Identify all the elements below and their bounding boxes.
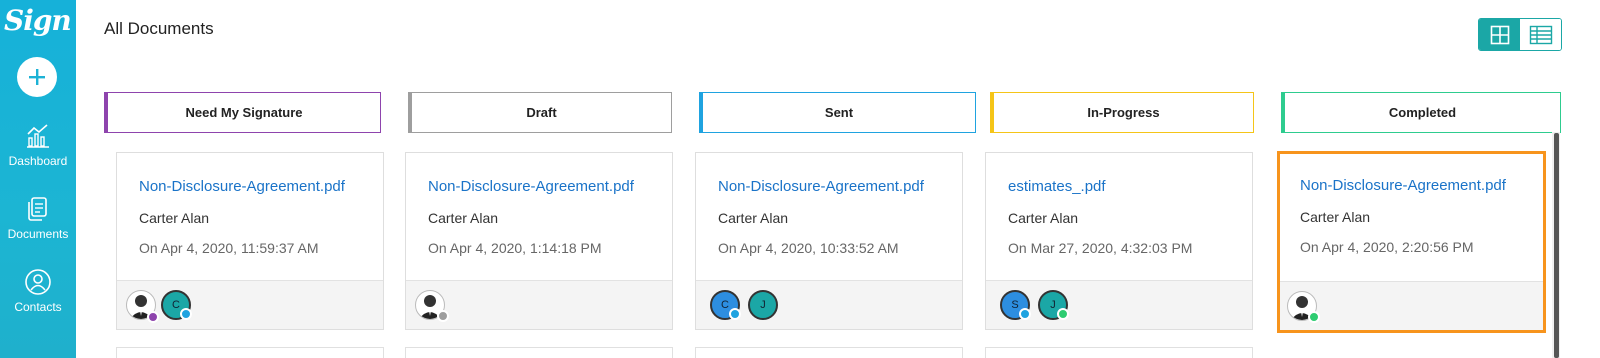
document-date: On Apr 4, 2020, 10:33:52 AM: [718, 240, 899, 256]
document-card[interactable]: Non-Disclosure-Agreement.pdf Carter Alan…: [116, 152, 384, 330]
document-date: On Apr 4, 2020, 2:20:56 PM: [1300, 239, 1474, 255]
column-header-sent[interactable]: Sent: [699, 92, 976, 133]
card-footer: C: [117, 280, 383, 329]
contacts-icon: [25, 269, 51, 295]
document-card[interactable]: [405, 347, 673, 358]
sidebar: Sign Dashboard Documents Contacts: [0, 0, 76, 358]
document-owner: Carter Alan: [1300, 209, 1371, 225]
column-title: Completed: [1388, 105, 1457, 120]
column-header-in-progress[interactable]: In-Progress: [990, 92, 1254, 133]
documents-icon: [28, 197, 47, 221]
status-dot: [437, 310, 449, 322]
column-title: In-Progress: [1087, 105, 1160, 120]
document-card[interactable]: [116, 347, 384, 358]
column-header-draft[interactable]: Draft: [408, 92, 672, 133]
document-card[interactable]: estimates_.pdf Carter Alan On Mar 27, 20…: [985, 152, 1253, 330]
document-owner: Carter Alan: [139, 210, 210, 226]
card-footer: C J: [696, 280, 962, 329]
scrollbar-thumb[interactable]: [1554, 133, 1559, 358]
status-dot: [147, 311, 159, 323]
table-view-icon: [1529, 25, 1552, 44]
document-name-link[interactable]: Non-Disclosure-Agreement.pdf: [1300, 177, 1522, 194]
card-footer: S J: [986, 280, 1252, 329]
sidebar-item-label: Contacts: [14, 300, 62, 314]
plus-icon: [29, 69, 45, 85]
grid-view-icon: [1490, 25, 1509, 44]
grid-view-button[interactable]: [1479, 19, 1520, 50]
document-card-selected[interactable]: Non-Disclosure-Agreement.pdf Carter Alan…: [1277, 151, 1546, 333]
document-name-link[interactable]: Non-Disclosure-Agreement.pdf: [718, 178, 940, 195]
sidebar-item-dashboard[interactable]: Dashboard: [0, 122, 76, 168]
avatar-initial: C: [172, 299, 180, 311]
column-header-completed[interactable]: Completed: [1281, 92, 1561, 133]
app-logo[interactable]: Sign: [4, 4, 74, 44]
sidebar-item-label: Documents: [7, 227, 69, 241]
card-footer: [406, 280, 672, 329]
document-date: On Mar 27, 2020, 4:32:03 PM: [1008, 240, 1193, 256]
avatar-initial: J: [760, 299, 766, 311]
sidebar-item-documents[interactable]: Documents: [0, 195, 76, 241]
document-owner: Carter Alan: [428, 210, 499, 226]
document-owner: Carter Alan: [1008, 210, 1079, 226]
status-dot: [729, 308, 741, 320]
document-date: On Apr 4, 2020, 1:14:18 PM: [428, 240, 602, 256]
document-card[interactable]: [985, 347, 1253, 358]
status-dot: [1019, 308, 1031, 320]
avatar[interactable]: J: [748, 290, 778, 320]
document-card[interactable]: [695, 347, 963, 358]
avatar-initial: C: [721, 299, 729, 311]
status-dot: [1308, 311, 1320, 323]
column-title: Sent: [824, 105, 854, 120]
column-title: Need My Signature: [185, 105, 303, 120]
document-name-link[interactable]: Non-Disclosure-Agreement.pdf: [139, 178, 361, 195]
sidebar-item-contacts[interactable]: Contacts: [0, 268, 76, 314]
table-view-button[interactable]: [1520, 19, 1561, 50]
sidebar-item-label: Dashboard: [8, 154, 68, 168]
add-document-button[interactable]: [17, 57, 57, 97]
column-header-need-my-signature[interactable]: Need My Signature: [104, 92, 381, 133]
document-card[interactable]: Non-Disclosure-Agreement.pdf Carter Alan…: [405, 152, 673, 330]
view-toggle: [1478, 18, 1562, 51]
document-owner: Carter Alan: [718, 210, 789, 226]
avatar-initial: J: [1050, 299, 1056, 311]
status-dot: [180, 308, 192, 320]
document-date: On Apr 4, 2020, 11:59:37 AM: [139, 240, 319, 256]
document-name-link[interactable]: Non-Disclosure-Agreement.pdf: [428, 178, 650, 195]
page-title: All Documents: [104, 19, 214, 38]
avatar-initial: S: [1011, 299, 1019, 311]
card-footer: [1280, 281, 1543, 330]
dashboard-chart-icon: [27, 124, 49, 148]
column-title: Draft: [526, 105, 557, 120]
document-card[interactable]: Non-Disclosure-Agreement.pdf Carter Alan…: [695, 152, 963, 330]
document-name-link[interactable]: estimates_.pdf: [1008, 178, 1230, 195]
status-dot: [1057, 308, 1069, 320]
